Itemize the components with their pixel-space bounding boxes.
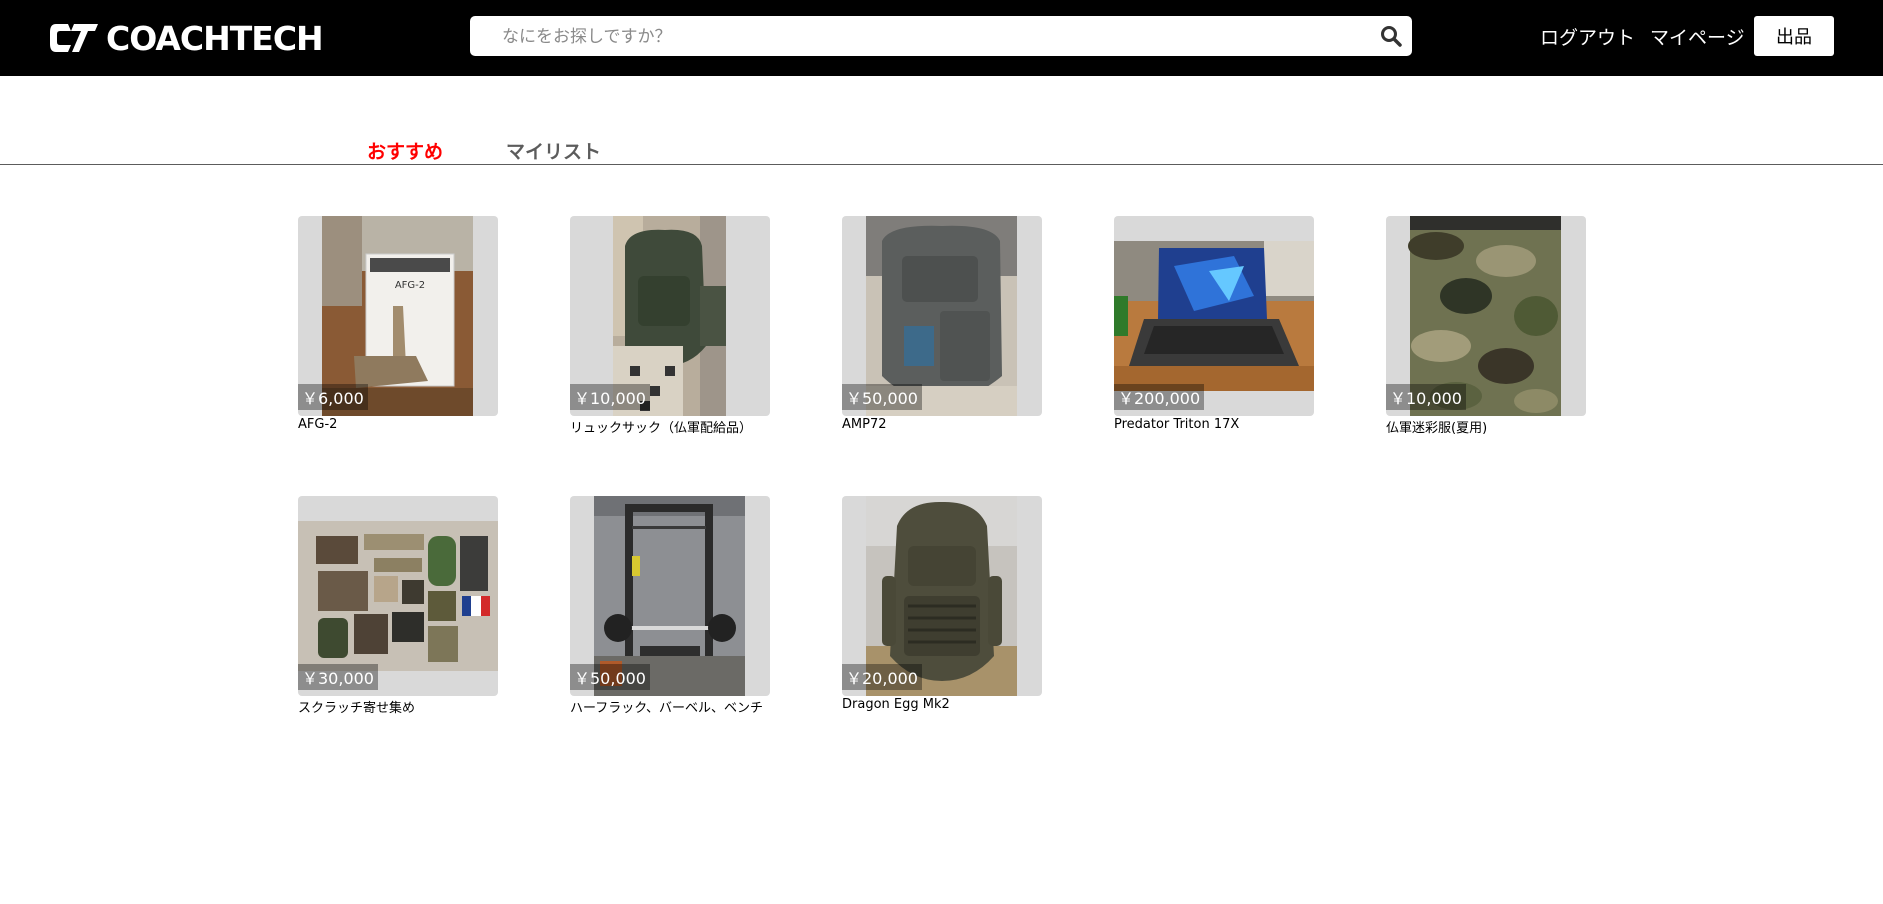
product-image[interactable]: ￥50,000 bbox=[570, 496, 770, 696]
product-card[interactable]: ￥50,000 AMP72 bbox=[842, 216, 1042, 432]
product-card[interactable]: ￥30,000 スクラッチ寄せ集め bbox=[298, 496, 498, 716]
product-price: ￥200,000 bbox=[1114, 384, 1205, 410]
mypage-link[interactable]: マイページ bbox=[1650, 23, 1745, 50]
product-name: リュックサック（仏軍配給品） bbox=[570, 421, 753, 436]
search-bar bbox=[470, 16, 1412, 58]
product-price: ￥50,000 bbox=[570, 664, 650, 690]
search-icon[interactable] bbox=[1380, 25, 1402, 47]
product-card[interactable]: ￥10,000 仏軍迷彩服(夏用) bbox=[1386, 216, 1586, 436]
tab-recommended[interactable]: おすすめ bbox=[367, 137, 443, 164]
product-card[interactable]: AFG-2 ￥6,000 AFG-2 bbox=[298, 216, 498, 432]
product-card[interactable]: ￥200,000 Predator Triton 17X bbox=[1114, 216, 1314, 432]
product-image[interactable]: AFG-2 ￥6,000 bbox=[298, 216, 498, 416]
tab-mylist[interactable]: マイリスト bbox=[506, 137, 601, 164]
product-price: ￥50,000 bbox=[842, 384, 922, 410]
product-card[interactable]: ￥10,000 リュックサック（仏軍配給品） bbox=[570, 216, 770, 436]
sell-button[interactable]: 出品 bbox=[1754, 16, 1834, 56]
product-name: スクラッチ寄せ集め bbox=[298, 701, 416, 716]
tabs-divider bbox=[0, 164, 1883, 165]
product-card[interactable]: ￥50,000 ハーフラック、バーベル、ベンチ bbox=[570, 496, 770, 716]
product-name: Predator Triton 17X bbox=[1114, 417, 1240, 432]
product-name: AMP72 bbox=[842, 417, 887, 432]
product-image[interactable]: ￥30,000 bbox=[298, 496, 498, 696]
product-image[interactable]: ￥20,000 bbox=[842, 496, 1042, 696]
product-image[interactable]: ￥10,000 bbox=[570, 216, 770, 416]
product-name: Dragon Egg Mk2 bbox=[842, 697, 950, 712]
product-price: ￥30,000 bbox=[298, 664, 378, 690]
product-image[interactable]: ￥50,000 bbox=[842, 216, 1042, 416]
svg-text:AFG-2: AFG-2 bbox=[395, 280, 425, 291]
product-price: ￥10,000 bbox=[570, 384, 650, 410]
product-name: ハーフラック、バーベル、ベンチ bbox=[570, 701, 764, 716]
product-card[interactable]: ￥20,000 Dragon Egg Mk2 bbox=[842, 496, 1042, 712]
product-price: ￥10,000 bbox=[1386, 384, 1466, 410]
logout-link[interactable]: ログアウト bbox=[1540, 23, 1635, 50]
product-price: ￥20,000 bbox=[842, 664, 922, 690]
product-name: 仏軍迷彩服(夏用) bbox=[1386, 421, 1488, 436]
product-image[interactable]: ￥10,000 bbox=[1386, 216, 1586, 416]
header: COACHTECH ログアウト マイページ 出品 bbox=[0, 0, 1883, 76]
ct-logo-mark bbox=[50, 24, 98, 52]
product-name: AFG-2 bbox=[298, 417, 338, 432]
product-price: ￥6,000 bbox=[298, 384, 368, 410]
product-image[interactable]: ￥200,000 bbox=[1114, 216, 1314, 416]
coachtech-logo[interactable]: COACHTECH bbox=[48, 18, 324, 58]
search-input[interactable] bbox=[500, 16, 1364, 58]
logo-text: COACHTECH bbox=[106, 18, 324, 58]
